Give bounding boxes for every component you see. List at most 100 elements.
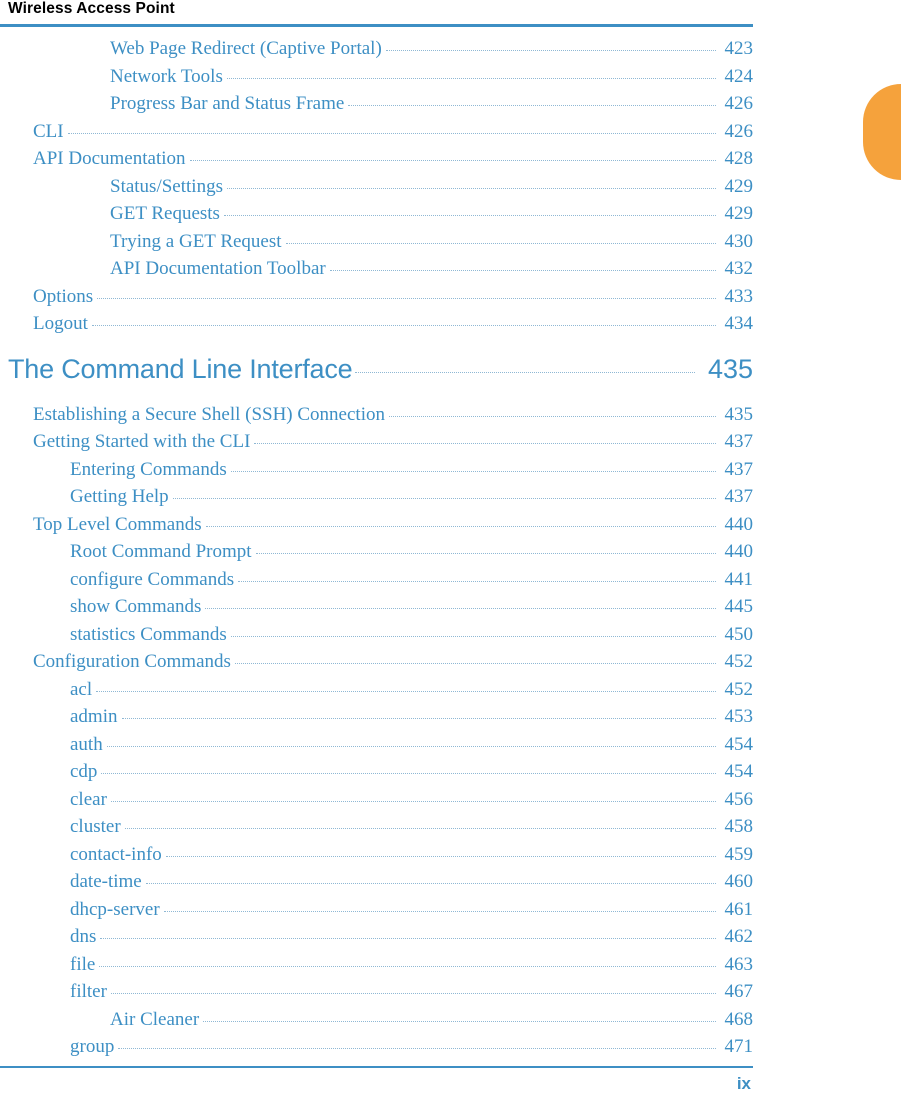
toc-entry-label: cluster	[70, 816, 121, 837]
toc-entry-label: GET Requests	[110, 203, 220, 224]
toc-entry[interactable]: admin 453	[0, 706, 753, 734]
toc-entry[interactable]: cluster 458	[0, 816, 753, 844]
toc-entry[interactable]: cdp 454	[0, 761, 753, 789]
toc-entry[interactable]: acl 452	[0, 679, 753, 707]
toc-entry[interactable]: CLI 426	[0, 121, 753, 149]
toc-entry-label: cdp	[70, 761, 98, 782]
toc-leader-dots	[205, 607, 716, 609]
toc-entry-page-number: 454	[724, 733, 754, 755]
running-head-title: Wireless Access Point	[8, 0, 175, 17]
toc-entry[interactable]: group 471	[0, 1036, 753, 1064]
toc-entry-label: API Documentation	[33, 148, 186, 169]
toc-entry[interactable]: Establishing a Secure Shell (SSH) Connec…	[0, 404, 753, 432]
toc-entry-page-number: 461	[724, 898, 754, 920]
toc-entry-page-number: 471	[724, 1036, 754, 1057]
toc-entry-page-number: 430	[724, 230, 754, 252]
toc-entry-label: configure Commands	[70, 568, 235, 590]
toc-entry[interactable]: dhcp-server 461	[0, 899, 753, 927]
toc-entry[interactable]: Status/Settings 429	[0, 176, 753, 204]
toc-entry-page-number: 440	[724, 541, 754, 562]
toc-entry[interactable]: Network Tools 424	[0, 66, 753, 94]
toc-entry-label: Top Level Commands	[33, 513, 202, 535]
toc-entry[interactable]: Progress Bar and Status Frame 426	[0, 93, 753, 121]
toc-leader-dots	[67, 132, 716, 134]
toc-entry-page-number: 458	[724, 816, 754, 837]
toc-entry[interactable]: Options 433	[0, 286, 753, 314]
toc-entry[interactable]: show Commands 445	[0, 596, 753, 624]
page-footer: ix	[0, 1066, 901, 1110]
toc-entry-page-number: 445	[724, 596, 754, 617]
toc-entry-label: clear	[70, 788, 107, 810]
toc-entry-page-number: 450	[724, 623, 754, 645]
toc-entry-page-number: 435	[724, 403, 754, 425]
footer-page-number: ix	[736, 1074, 751, 1093]
toc-entry-page-number: 437	[724, 486, 754, 507]
toc-entry[interactable]: Configuration Commands 452	[0, 651, 753, 679]
toc-leader-dots	[110, 800, 716, 802]
toc-leader-dots	[385, 49, 716, 51]
toc-leader-dots	[97, 297, 716, 299]
toc-entry-page-number: 440	[724, 513, 754, 535]
toc-entry-label: Entering Commands	[70, 458, 227, 480]
toc-entry-page-number: 432	[724, 258, 754, 279]
toc-entry-page-number: 463	[724, 953, 754, 975]
toc-entry-page-number: 428	[724, 148, 754, 169]
toc-entry[interactable]: Getting Help 437	[0, 486, 753, 514]
toc-entry-label: Getting Help	[70, 486, 169, 507]
toc-entry[interactable]: Entering Commands 437	[0, 459, 753, 487]
toc-entry-page-number: 423	[724, 38, 754, 59]
toc-entry[interactable]: API Documentation 428	[0, 148, 753, 176]
toc-leader-dots	[165, 855, 716, 857]
toc-entry[interactable]: Logout 434	[0, 313, 753, 341]
toc-entry-label: group	[70, 1036, 115, 1057]
toc-entry[interactable]: Air Cleaner 468	[0, 1009, 753, 1037]
toc-entry-label: API Documentation Toolbar	[110, 258, 326, 279]
toc-entry[interactable]: Trying a GET Request 430	[0, 231, 753, 259]
toc-leader-dots	[91, 324, 716, 326]
toc-leader-dots	[145, 882, 716, 884]
toc-entry-label: Status/Settings	[110, 175, 223, 197]
toc-entry-page-number: 467	[724, 981, 754, 1002]
toc-entry-label: date-time	[70, 871, 142, 892]
toc-entry-label: Root Command Prompt	[70, 541, 252, 562]
toc-entry[interactable]: statistics Commands 450	[0, 624, 753, 652]
toc-entry[interactable]: GET Requests 429	[0, 203, 753, 231]
toc-leader-dots	[234, 662, 716, 664]
table-of-contents: Web Page Redirect (Captive Portal) 423 Net…	[0, 38, 901, 1064]
toc-chapter-entry[interactable]: The Command Line Interface 435	[0, 354, 753, 398]
toc-leader-dots	[355, 371, 695, 373]
toc-leader-dots	[230, 635, 716, 637]
toc-entry-page-number: 437	[724, 431, 754, 452]
toc-entry-page-number: 468	[724, 1008, 754, 1030]
toc-leader-dots	[329, 269, 716, 271]
toc-entry[interactable]: file 463	[0, 954, 753, 982]
toc-leader-dots	[203, 1020, 716, 1022]
toc-entry[interactable]: filter 467	[0, 981, 753, 1009]
toc-entry[interactable]: date-time 460	[0, 871, 753, 899]
toc-entry[interactable]: dns 462	[0, 926, 753, 954]
toc-entry-page-number: 452	[724, 678, 754, 700]
toc-leader-dots	[121, 717, 716, 719]
toc-entry-label: Getting Started with the CLI	[33, 431, 251, 452]
toc-entry-page-number: 435	[707, 353, 753, 384]
toc-entry[interactable]: Root Command Prompt 440	[0, 541, 753, 569]
toc-entry[interactable]: Top Level Commands 440	[0, 514, 753, 542]
toc-entry-page-number: 429	[724, 203, 754, 224]
toc-entry[interactable]: Web Page Redirect (Captive Portal) 423	[0, 38, 753, 66]
toc-entry[interactable]: auth 454	[0, 734, 753, 762]
toc-entry[interactable]: clear 456	[0, 789, 753, 817]
toc-entry[interactable]: configure Commands 441	[0, 569, 753, 597]
footer-divider	[0, 1066, 753, 1068]
toc-entry-page-number: 452	[724, 651, 754, 672]
toc-entry[interactable]: API Documentation Toolbar 432	[0, 258, 753, 286]
toc-entry[interactable]: contact-info 459	[0, 844, 753, 872]
toc-entry-page-number: 426	[724, 93, 754, 114]
toc-entry-page-number: 441	[724, 568, 754, 590]
toc-entry-page-number: 462	[724, 926, 754, 947]
toc-entry-label: Configuration Commands	[33, 651, 231, 672]
toc-leader-dots	[230, 470, 716, 472]
toc-entry[interactable]: Getting Started with the CLI 437	[0, 431, 753, 459]
toc-entry-label: show Commands	[70, 596, 202, 617]
toc-entry-label: contact-info	[70, 843, 162, 865]
toc-leader-dots	[110, 992, 716, 994]
